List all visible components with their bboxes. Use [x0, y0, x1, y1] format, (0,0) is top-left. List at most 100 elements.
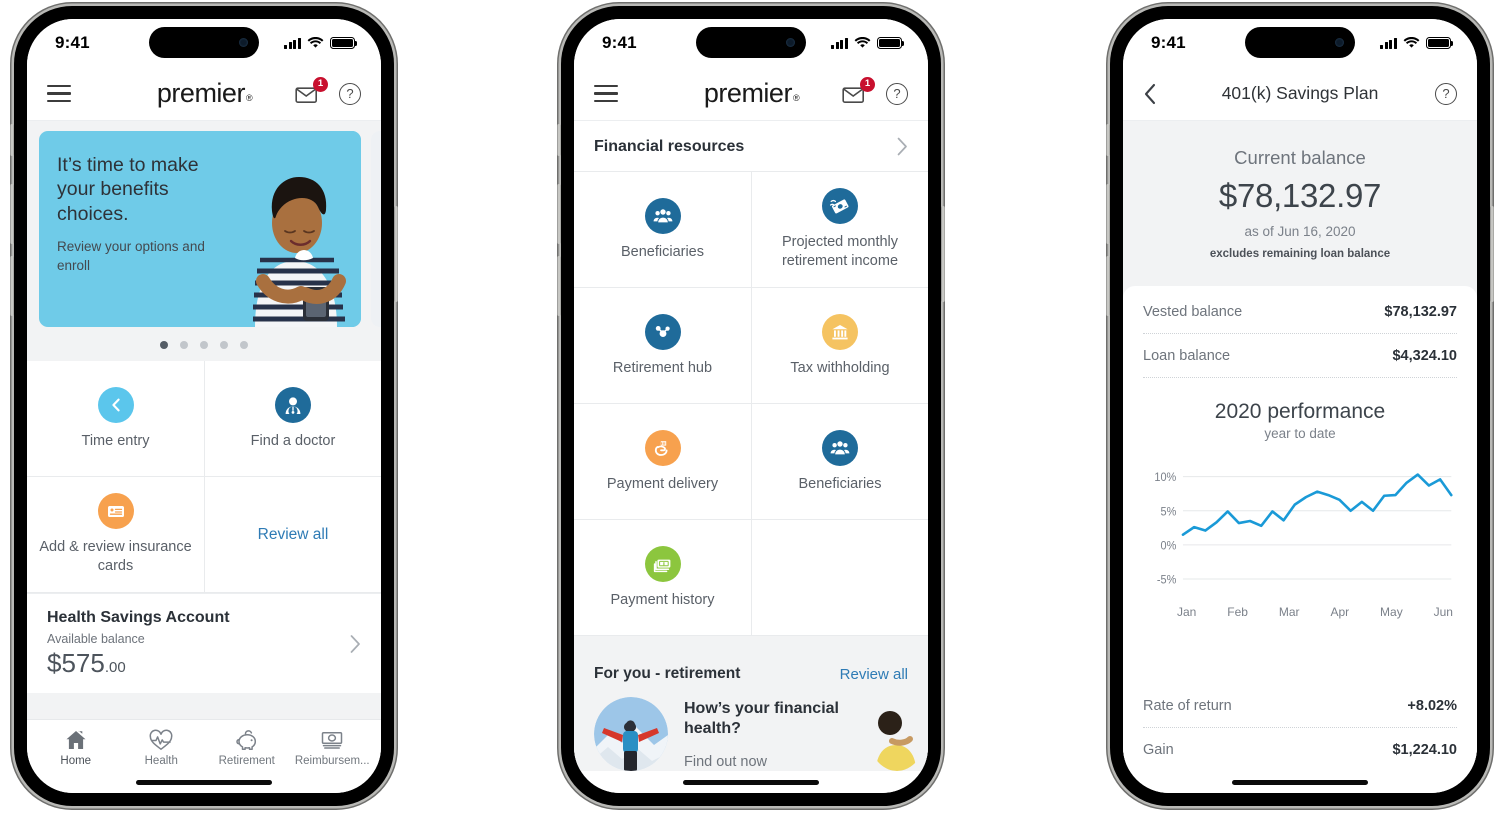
money-bill-icon	[322, 732, 343, 749]
silent-switch[interactable]	[557, 124, 561, 156]
power-button[interactable]	[1490, 206, 1494, 302]
people-group-icon	[822, 429, 858, 466]
silent-switch[interactable]	[1106, 124, 1110, 156]
messages-button[interactable]: 1	[295, 76, 328, 104]
carousel-dots[interactable]	[27, 327, 381, 361]
hero-rail[interactable]: It’s time to make your benefits choices.…	[27, 131, 381, 327]
menu-hamburger-icon[interactable]	[47, 84, 71, 103]
phone-2-body: Financial resources Beneficiaries Projec…	[574, 121, 928, 771]
hero-subtext: Review your options and enroll	[57, 239, 205, 274]
power-button[interactable]	[941, 206, 945, 302]
tab-health[interactable]: Health	[119, 728, 205, 767]
home-indicator[interactable]	[1123, 771, 1477, 793]
section-title: Financial resources	[594, 137, 745, 155]
bank-building-icon	[822, 313, 858, 350]
tab-reimbursement[interactable]: Reimbursem...	[290, 728, 376, 767]
back-icon[interactable]	[1143, 83, 1165, 105]
carousel-dot-4[interactable]	[220, 341, 228, 349]
volume-down-button[interactable]	[1106, 256, 1110, 316]
insurance-card-icon	[97, 493, 134, 530]
carousel-dot-2[interactable]	[180, 341, 188, 349]
status-bar: 9:41	[574, 19, 928, 67]
volume-up-button[interactable]	[557, 184, 561, 244]
tile-tax-withholding[interactable]: Tax withholding	[751, 288, 928, 404]
power-button[interactable]	[394, 206, 398, 302]
tab-home[interactable]: Home	[33, 728, 119, 767]
for-you-card-text: How’s your financial health? Find out no…	[684, 697, 854, 770]
for-you-rail[interactable]: How’s your financial health? Find out no…	[594, 697, 926, 771]
tile-beneficiaries-2[interactable]: Beneficiaries	[751, 404, 928, 520]
volume-up-button[interactable]	[1106, 184, 1110, 244]
hero-headline: It’s time to make your benefits choices.	[57, 154, 199, 225]
wifi-icon	[307, 37, 324, 48]
app-header-1: premier® 1 ?	[27, 67, 381, 121]
tile-insurance-cards[interactable]: Add & review insurance cards	[27, 477, 204, 593]
home-icon	[66, 730, 86, 749]
carousel-dot-5[interactable]	[240, 341, 248, 349]
hero-carousel: It’s time to make your benefits choices.…	[27, 121, 381, 361]
volume-down-button[interactable]	[557, 256, 561, 316]
hero-card-enrollment[interactable]: It’s time to make your benefits choices.…	[39, 131, 361, 327]
battery-icon	[1426, 36, 1454, 50]
hsa-summary-card[interactable]: Health Savings Account Available balance…	[27, 593, 381, 693]
menu-hamburger-icon[interactable]	[594, 84, 618, 103]
tile-review-all[interactable]: Review all	[204, 477, 381, 593]
tile-find-a-doctor[interactable]: Find a doctor	[204, 361, 381, 477]
chart-y-tick: 0%	[1160, 540, 1176, 552]
brand-trademark: ®	[245, 93, 253, 103]
tile-payment-history[interactable]: Payment history	[574, 520, 751, 636]
performance-line-chart: 10% 5% 0% -5%	[1154, 472, 1457, 587]
quick-actions-row-2: Add & review insurance cards Review all	[27, 477, 381, 593]
messages-button[interactable]: 1	[842, 76, 875, 104]
x-tick: Apr	[1330, 605, 1350, 619]
silent-switch[interactable]	[10, 124, 14, 156]
row-key: Loan balance	[1143, 348, 1231, 364]
cellular-signal-icon	[284, 37, 301, 49]
x-tick: Mar	[1278, 605, 1300, 619]
tile-label: Time entry	[81, 432, 150, 449]
help-button[interactable]: ?	[1435, 82, 1457, 105]
home-indicator[interactable]	[27, 771, 381, 793]
tile-label: Beneficiaries	[798, 475, 882, 492]
phone-1-body: It’s time to make your benefits choices.…	[27, 121, 381, 719]
tile-beneficiaries[interactable]: Beneficiaries	[574, 172, 751, 288]
hub-nodes-icon	[644, 313, 681, 350]
carousel-dot-1[interactable]	[160, 341, 168, 349]
chart-y-tick: -5%	[1157, 574, 1176, 586]
tab-retirement[interactable]: Retirement	[204, 728, 290, 767]
tile-payment-delivery[interactable]: Payment delivery	[574, 404, 751, 520]
dynamic-island	[696, 27, 806, 58]
financial-resources-header[interactable]: Financial resources	[574, 121, 928, 172]
tile-retirement-hub[interactable]: Retirement hub	[574, 288, 751, 404]
home-indicator[interactable]	[574, 771, 928, 793]
help-button[interactable]: ?	[339, 82, 361, 105]
hero-card-next[interactable]	[371, 131, 381, 327]
for-you-next-card-peek[interactable]	[868, 697, 926, 771]
for-you-card-title: How’s your financial health?	[684, 700, 839, 738]
status-time: 9:41	[55, 33, 90, 52]
dynamic-island	[149, 27, 259, 58]
chart-x-axis-labels: Jan Feb Mar Apr May Jun	[1143, 605, 1457, 619]
review-all-link[interactable]: Review all	[258, 526, 329, 544]
brand-name: premier	[156, 78, 246, 108]
for-you-review-all-link[interactable]: Review all	[840, 666, 908, 683]
chart-y-tick: 5%	[1160, 506, 1176, 518]
volume-down-button[interactable]	[10, 256, 14, 316]
bottom-tab-bar: Home Health Retirement Reimbursem...	[27, 719, 381, 771]
for-you-card[interactable]: How’s your financial health? Find out no…	[594, 697, 854, 771]
carousel-dot-3[interactable]	[200, 341, 208, 349]
chevron-right-icon[interactable]	[350, 634, 361, 653]
row-value: $78,132.97	[1384, 304, 1457, 320]
help-button[interactable]: ?	[886, 82, 908, 105]
volume-up-button[interactable]	[10, 184, 14, 244]
hsa-subtitle: Available balance	[47, 632, 145, 646]
balance-as-of: as of Jun 16, 2020	[1244, 224, 1356, 239]
performance-chart: 10% 5% 0% -5%	[1143, 453, 1457, 603]
row-key: Rate of return	[1143, 698, 1232, 714]
tile-projected-income[interactable]: Projected monthly retirement income	[751, 172, 928, 288]
wifi-icon	[1403, 37, 1420, 48]
wifi-icon	[854, 37, 871, 48]
tile-time-entry[interactable]: Time entry	[27, 361, 204, 477]
for-you-card-cta[interactable]: Find out now	[684, 754, 854, 770]
tile-label: Retirement hub	[612, 359, 713, 376]
